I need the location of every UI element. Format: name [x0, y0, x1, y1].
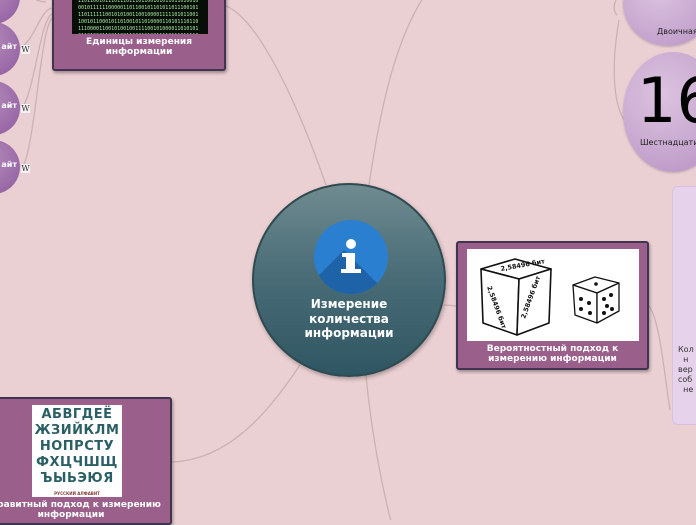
alphabet-row: ФХЦЧШЩ: [36, 455, 118, 470]
wikipedia-icon[interactable]: W: [21, 104, 30, 113]
number-system-label: Двоичная: [657, 27, 696, 36]
dice-image: 2,58496 бит 2,58496 бит 2,58496 бит: [467, 249, 639, 341]
note-panel[interactable]: Кол н вер соб не: [672, 186, 696, 425]
number-system-label: Шестнадцати: [640, 138, 696, 147]
number-system-digit: 2: [651, 0, 690, 10]
alphabet-image: АБВГДЕЁ ЖЗИЙКЛМ НОПРСТУ ФХЦЧШЩ ЪЫЬЭЮЯ РУ…: [32, 405, 122, 497]
number-system-digit: 16: [637, 64, 696, 137]
alphabet-row: ЖЗИЙКЛМ: [34, 423, 120, 438]
topic-card-caption: Вероятностный подход к измерению информа…: [486, 344, 619, 364]
branch-node-label: айт: [1, 42, 17, 51]
branch-node-label: айт: [1, 160, 17, 169]
topic-card-units[interactable]: 0111011110110010110101101101011110011111…: [52, 0, 226, 71]
binary-code-image: 0111011110110010110101101101011110011111…: [72, 0, 208, 34]
wikipedia-icon[interactable]: W: [21, 164, 30, 173]
alphabet-row: НОПРСТУ: [39, 439, 115, 454]
alphabet-image-caption: РУССКИЙ АЛФАВИТ: [54, 491, 100, 496]
dice-illustration: 2,58496 бит 2,58496 бит 2,58496 бит: [480, 257, 620, 336]
topic-card-probability[interactable]: 2,58496 бит 2,58496 бит 2,58496 бит Веро…: [456, 241, 649, 370]
central-topic-title: Измерение количества информации: [304, 297, 394, 340]
topic-card-caption: Единицы измерения информации: [85, 37, 193, 57]
topic-card-alphabet[interactable]: АБВГДЕЁ ЖЗИЙКЛМ НОПРСТУ ФХЦЧШЩ ЪЫЬЭЮЯ РУ…: [0, 397, 172, 525]
info-icon: [314, 220, 388, 294]
topic-card-caption: Алфавитный подход к измерению информации: [0, 500, 161, 520]
alphabet-grid: АБВГДЕЁ ЖЗИЙКЛМ НОПРСТУ ФХЦЧШЩ ЪЫЬЭЮЯ: [32, 407, 122, 487]
binary-code-text: 0111011110110010110101101101011110011111…: [78, 0, 199, 34]
alphabet-row: АБВГДЕЁ: [41, 407, 113, 422]
branch-node-label: айт: [1, 101, 17, 110]
wikipedia-icon[interactable]: W: [21, 45, 30, 54]
alphabet-row: ЪЫЬЭЮЯ: [40, 471, 114, 486]
central-topic-node[interactable]: Измерение количества информации: [252, 183, 446, 377]
note-text: Кол н вер соб не: [678, 345, 694, 394]
